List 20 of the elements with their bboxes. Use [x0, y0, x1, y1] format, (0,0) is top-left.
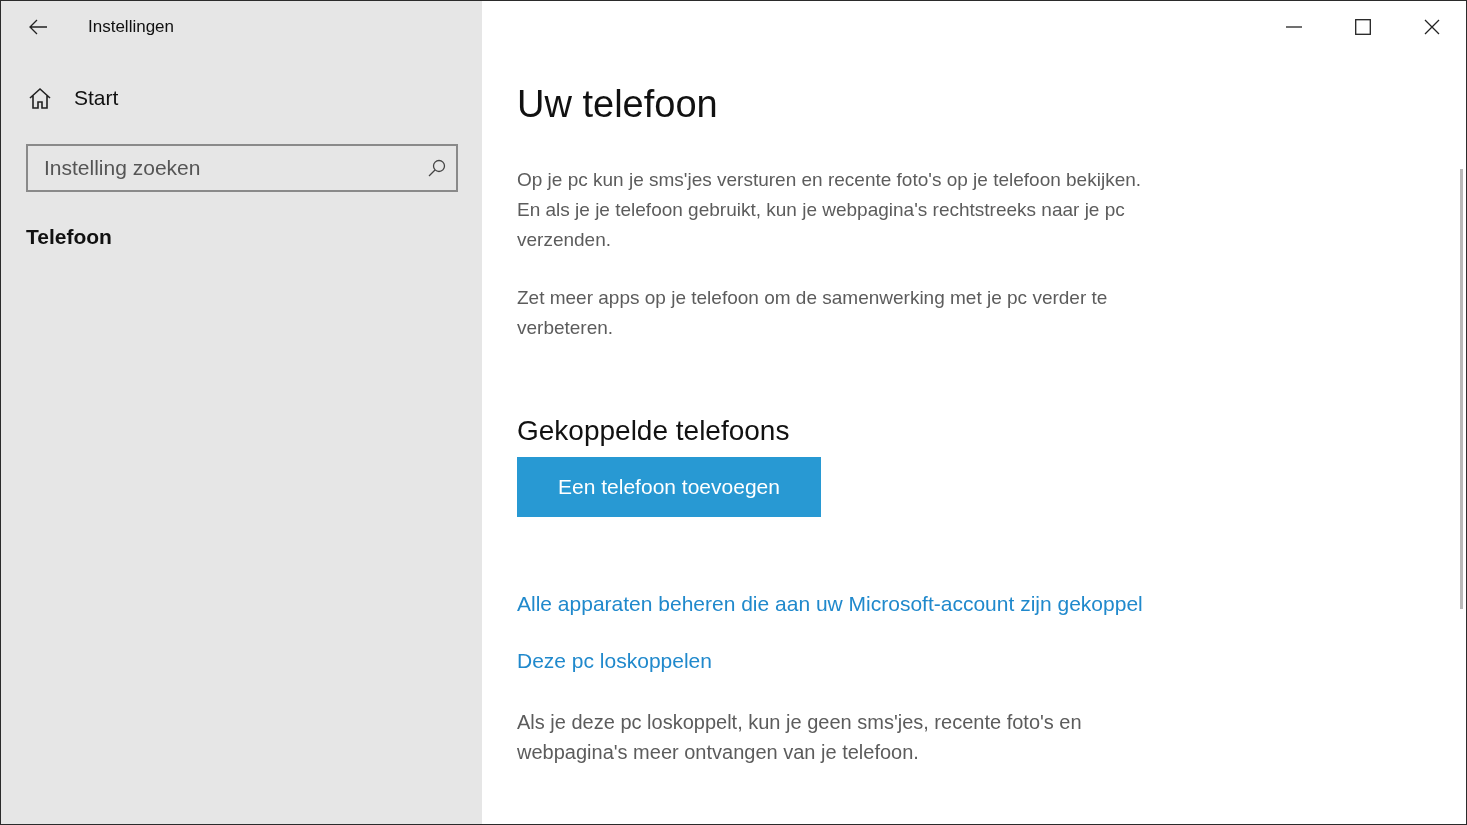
search-field[interactable]: Instelling zoeken: [26, 144, 458, 192]
section-title: Gekoppelde telefoons: [517, 415, 791, 447]
description-text: Op je pc kun je sms'jes versturen en recente foto's op je telefoon bekijken. En als je je telefoon gebruikt, kun je webpagina's rechtstreeks naar je pc verzenden.: [517, 168, 1143, 252]
description-text: Zet meer apps op je telefoon om de samenwerking met je pc verder te verbeteren.: [517, 286, 1109, 340]
back-arrow-icon: [28, 19, 48, 35]
note-text: Als je deze pc loskoppelt, kun je geen sms'jes, recente foto's en webpagina's meer ontvangen van je telefoon.: [517, 710, 1083, 765]
search-icon: [427, 158, 447, 178]
link[interactable]: Deze pc loskoppelen: [517, 649, 712, 673]
sidebar-item[interactable]: Telefoon: [26, 225, 112, 249]
home-nav-item[interactable]: Start: [26, 86, 119, 110]
scrollbar[interactable]: [1460, 169, 1463, 609]
window-title: Instellingen: [88, 17, 174, 37]
maximize-icon: [1354, 19, 1371, 35]
add-phone-button[interactable]: Een telefoon toevoegen: [517, 457, 821, 517]
minimize-icon: [1285, 26, 1302, 28]
link[interactable]: Alle apparaten beheren die aan uw Microsoft-account zijn gekoppel: [517, 592, 1143, 616]
back-button[interactable]: [28, 19, 48, 35]
close-icon: [1423, 19, 1440, 35]
page-title: Uw telefoon: [517, 83, 719, 126]
home-icon: [28, 87, 52, 109]
